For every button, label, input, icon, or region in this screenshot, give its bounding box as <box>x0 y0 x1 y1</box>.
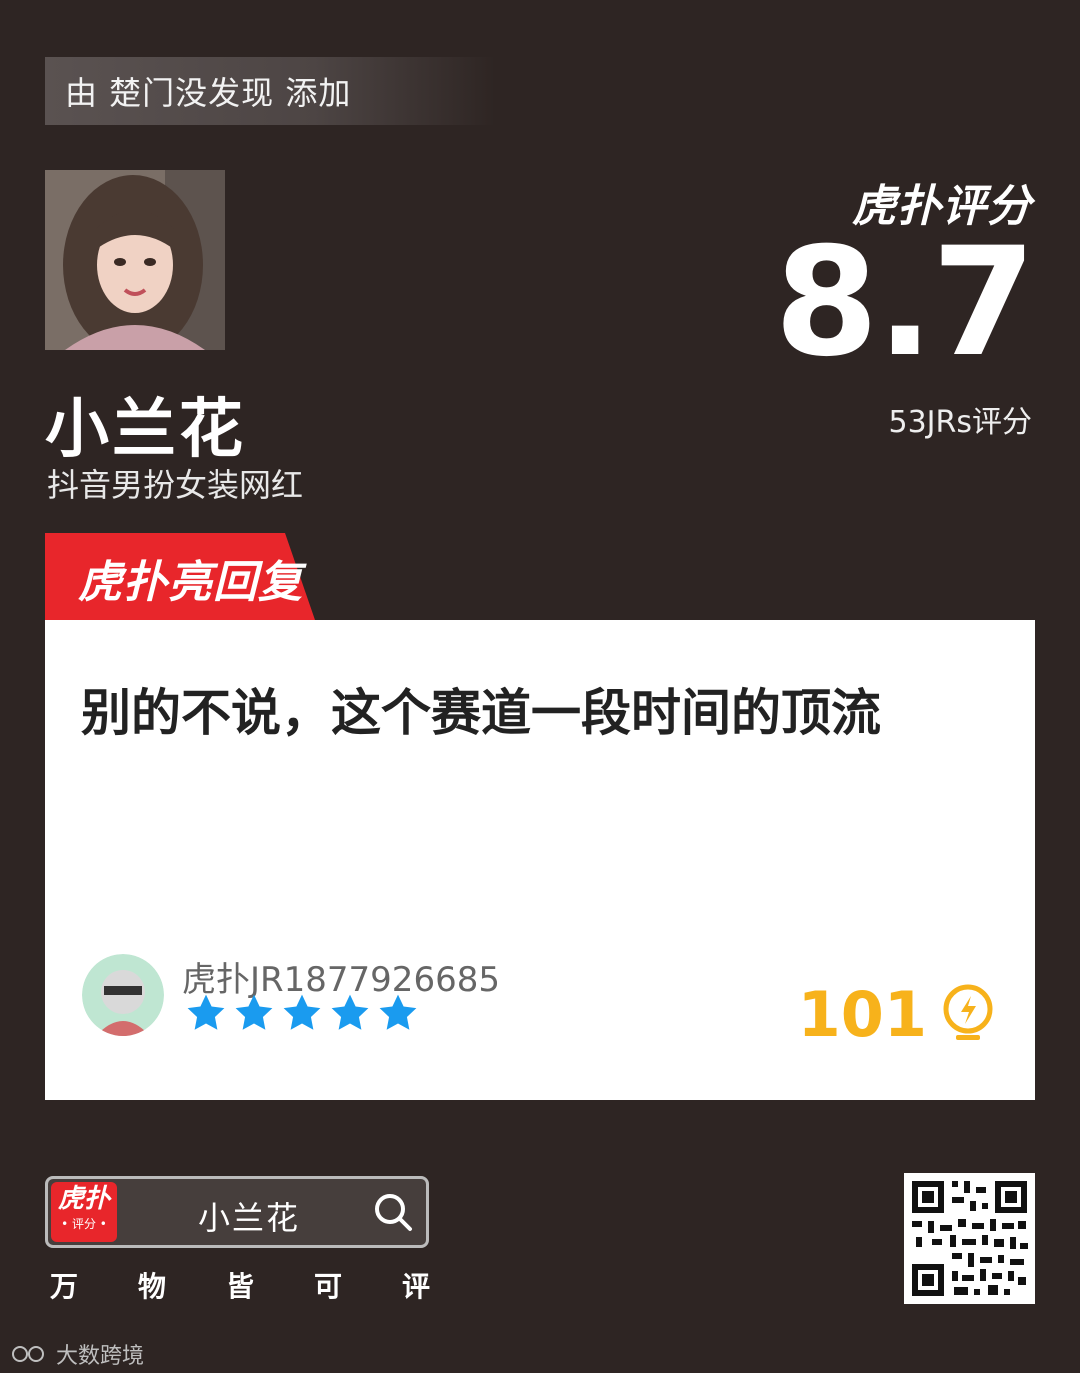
star-icon <box>379 994 417 1030</box>
watermark: 大数跨境 <box>10 1338 144 1370</box>
likes-count: 101 <box>797 978 927 1051</box>
slogan-char: 皆 <box>225 1270 254 1303</box>
likes-group[interactable]: 101 <box>798 978 995 1051</box>
subject-description: 抖音男扮女装网红 <box>47 466 304 504</box>
search-bar[interactable]: 虎扑 • 评分 • 小兰花 <box>45 1176 429 1248</box>
star-icon <box>331 994 369 1030</box>
subject-name: 小兰花 <box>45 393 246 467</box>
star-icon <box>235 994 273 1030</box>
highlight-comment-card: 别的不说，这个赛道一段时间的顶流 虎扑JR1877926685 101 <box>45 620 1035 1100</box>
comment-text: 别的不说，这个赛道一段时间的顶流 <box>81 684 881 742</box>
watermark-logo-icon <box>12 1346 44 1362</box>
slogan-char: 万 <box>50 1270 79 1303</box>
slogan-char: 评 <box>401 1270 430 1303</box>
score-count: 53JRs评分 <box>888 405 1033 440</box>
added-by-banner: 由 楚门没发现 添加 <box>45 57 495 125</box>
rating-stars <box>185 992 419 1034</box>
app-logo-main: 虎扑 <box>57 1184 110 1214</box>
app-logo: 虎扑 • 评分 • <box>51 1182 117 1242</box>
app-logo-sub: • 评分 • <box>61 1217 107 1231</box>
lightbulb-icon <box>943 984 993 1040</box>
added-by-text: 由 楚门没发现 添加 <box>65 74 352 112</box>
star-icon <box>187 994 225 1030</box>
watermark-text: 大数跨境 <box>56 1344 145 1369</box>
star-icon <box>283 994 321 1030</box>
search-icon[interactable] <box>372 1191 414 1233</box>
qr-code-icon[interactable] <box>904 1173 1035 1304</box>
slogan-char: 物 <box>137 1270 166 1303</box>
commenter-avatar[interactable] <box>82 954 164 1036</box>
slogan-char: 可 <box>313 1270 342 1303</box>
subject-photo <box>45 170 225 350</box>
highlight-tab-label: 虎扑亮回复 <box>78 557 303 608</box>
search-query[interactable]: 小兰花 <box>198 1193 300 1239</box>
score-value: 8.7 <box>774 216 1036 390</box>
slogan: 万 物 皆 可 评 <box>50 1265 430 1305</box>
